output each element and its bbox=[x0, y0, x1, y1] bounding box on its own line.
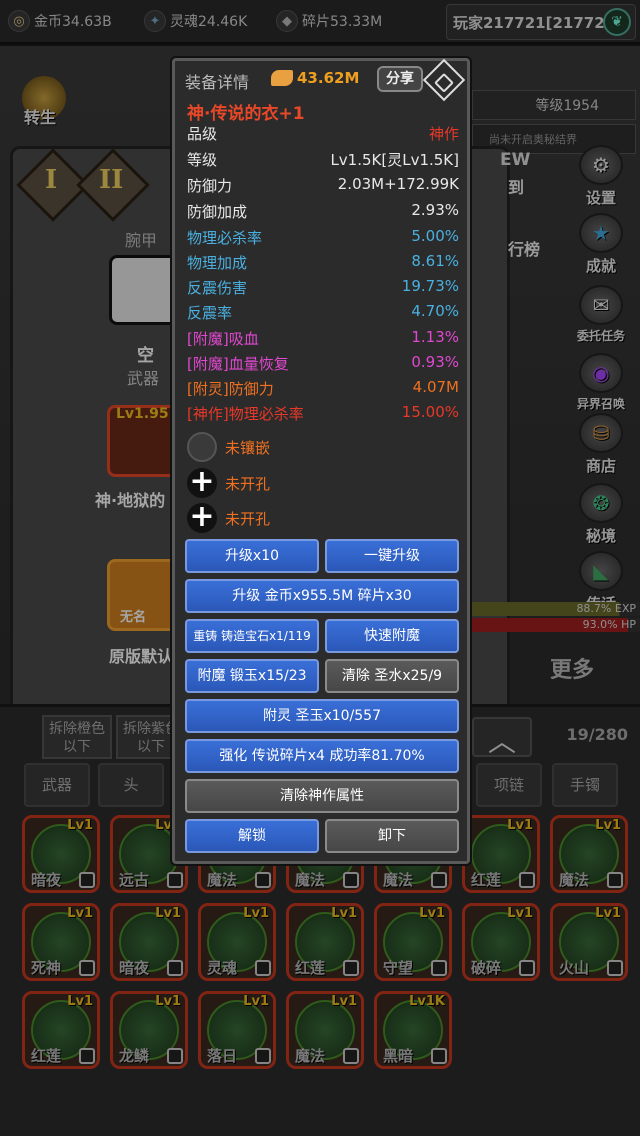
stat-row: 等级 Lv1.5K[灵Lv1.5K] bbox=[187, 149, 459, 173]
unlock-button[interactable]: 解锁 bbox=[185, 819, 319, 853]
combat-power-value: 43.62M bbox=[297, 69, 360, 87]
stat-value: 1.13% bbox=[411, 328, 459, 346]
unequip-button[interactable]: 卸下 bbox=[325, 819, 459, 853]
plus-icon: + bbox=[187, 467, 217, 498]
modal-header: 装备详情 43.62M 分享 bbox=[175, 58, 467, 102]
socket-label: 未镶嵌 bbox=[225, 438, 271, 457]
stat-row: 反震率 4.70% bbox=[187, 302, 459, 326]
item-name: 神·传说的衣+1 bbox=[187, 104, 305, 124]
stat-value: 神作 bbox=[428, 125, 459, 143]
stat-value: 4.70% bbox=[411, 302, 459, 320]
stat-row: [附魔]血量恢复 0.93% bbox=[187, 353, 459, 377]
share-button[interactable]: 分享 bbox=[377, 66, 423, 92]
stat-value: 2.03M+172.99K bbox=[337, 175, 459, 193]
stat-label: 等级 bbox=[187, 151, 218, 169]
stat-label: 品级 bbox=[187, 125, 218, 143]
stat-label: 反震率 bbox=[187, 304, 233, 322]
stat-row: 物理必杀率 5.00% bbox=[187, 227, 459, 251]
stat-value: 4.07M bbox=[412, 378, 459, 396]
stat-row: [附灵]防御力 4.07M bbox=[187, 378, 459, 402]
socket-empty[interactable]: 未镶嵌 bbox=[187, 431, 270, 463]
stat-row: 防御加成 2.93% bbox=[187, 201, 459, 225]
stat-label: [附灵]防御力 bbox=[187, 380, 274, 398]
clear-divine-button[interactable]: 清除神作属性 bbox=[185, 779, 459, 813]
plus-icon: + bbox=[187, 502, 217, 533]
stat-label: 物理必杀率 bbox=[187, 229, 263, 247]
socket-label: 未开孔 bbox=[225, 509, 271, 528]
stat-value: 15.00% bbox=[401, 403, 459, 421]
quick-enchant-button[interactable]: 快速附魔 bbox=[325, 619, 459, 653]
socket-unopened-1[interactable]: + 未开孔 bbox=[187, 467, 270, 499]
socket-circle-icon bbox=[187, 432, 217, 462]
stat-label: [神作]物理必杀率 bbox=[187, 405, 304, 423]
stat-row: 反震伤害 19.73% bbox=[187, 277, 459, 301]
clear-holy-water-button[interactable]: 清除 圣水x25/9 bbox=[325, 659, 459, 693]
stat-row: [附魔]吸血 1.13% bbox=[187, 328, 459, 352]
upgrade-cost-button[interactable]: 升级 金币x955.5M 碎片x30 bbox=[185, 579, 459, 613]
stat-row: 物理加成 8.61% bbox=[187, 252, 459, 276]
lock-icon[interactable] bbox=[422, 58, 466, 102]
stat-row: 品级 神作 bbox=[187, 123, 459, 147]
strengthen-button[interactable]: 强化 传说碎片x4 成功率81.70% bbox=[185, 739, 459, 773]
stat-value: 0.93% bbox=[411, 353, 459, 371]
combat-power: 43.62M bbox=[271, 69, 359, 87]
stat-value: 19.73% bbox=[401, 277, 459, 295]
upgrade-x10-button[interactable]: 升级x10 bbox=[185, 539, 319, 573]
stat-row: [神作]物理必杀率 15.00% bbox=[187, 403, 459, 427]
stat-value: 5.00% bbox=[411, 227, 459, 245]
equipment-detail-modal: 装备详情 43.62M 分享 神·传说的衣+1 品级 神作等级 Lv1.5K[灵Lv… bbox=[172, 58, 470, 864]
stat-label: [附魔]血量恢复 bbox=[187, 355, 289, 373]
socket-label: 未开孔 bbox=[225, 474, 271, 493]
stat-label: 物理加成 bbox=[187, 254, 248, 272]
spirit-attach-button[interactable]: 附灵 圣玉x10/557 bbox=[185, 699, 459, 733]
one-click-upgrade-button[interactable]: 一键升级 bbox=[325, 539, 459, 573]
stat-label: 反震伤害 bbox=[187, 279, 248, 297]
stat-label: 防御加成 bbox=[187, 203, 248, 221]
modal-title: 装备详情 bbox=[185, 73, 250, 92]
stat-value: 2.93% bbox=[411, 201, 459, 219]
stat-value: 8.61% bbox=[411, 252, 459, 270]
recast-button[interactable]: 重铸 铸造宝石x1/119 bbox=[185, 619, 319, 653]
socket-unopened-2[interactable]: + 未开孔 bbox=[187, 502, 270, 534]
stat-label: [附魔]吸血 bbox=[187, 330, 259, 348]
stat-row: 防御力 2.03M+172.99K bbox=[187, 175, 459, 199]
stat-value: Lv1.5K[灵Lv1.5K] bbox=[330, 151, 459, 169]
flexed-arm-icon bbox=[271, 70, 293, 86]
enchant-button[interactable]: 附魔 锻玉x15/23 bbox=[185, 659, 319, 693]
stat-label: 防御力 bbox=[187, 177, 233, 195]
